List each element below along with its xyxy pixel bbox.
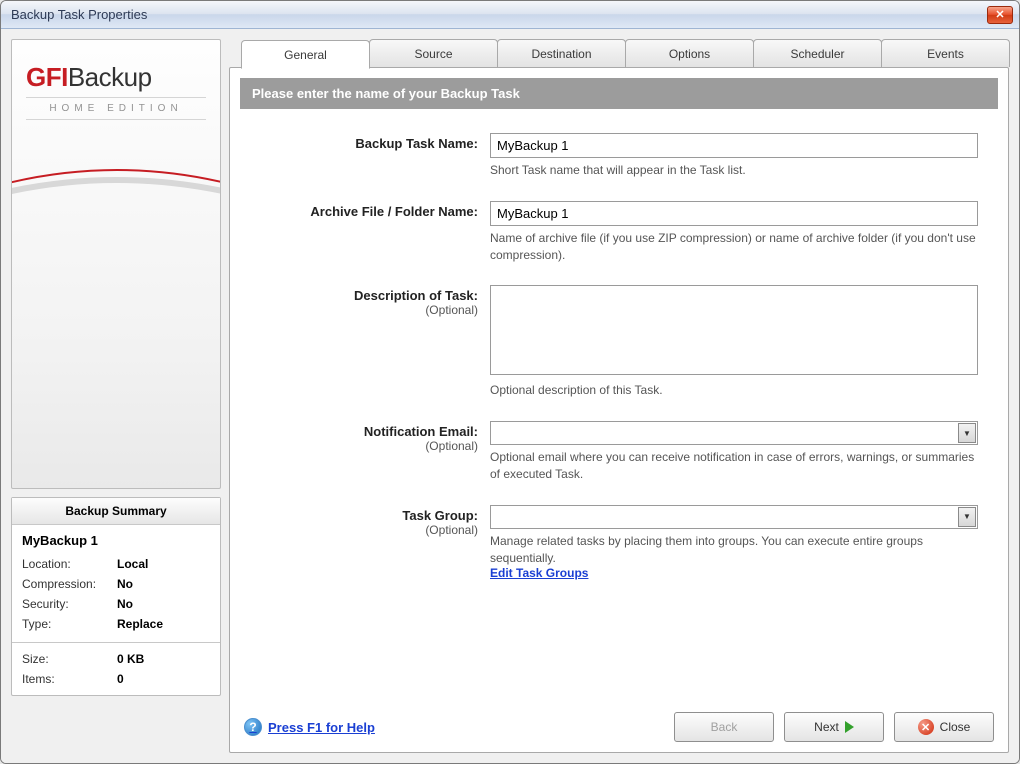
label-text: Task Group:	[402, 508, 478, 523]
row-email: Notification Email: (Optional) ▼ Optiona…	[260, 421, 978, 483]
logo: GFIBackup	[26, 62, 206, 93]
email-combo[interactable]	[490, 421, 978, 445]
label-optional: (Optional)	[260, 523, 478, 537]
logo-curve	[11, 150, 221, 230]
chevron-down-icon: ▼	[963, 429, 971, 438]
logo-brand-pre: GFI	[26, 62, 68, 92]
summary-value: No	[117, 577, 133, 591]
summary-row-size: Size: 0 KB	[22, 649, 210, 669]
summary-value: No	[117, 597, 133, 611]
summary-value: 0 KB	[117, 652, 144, 666]
hint-description: Optional description of this Task.	[490, 382, 978, 399]
help-link[interactable]: ? Press F1 for Help	[244, 718, 375, 736]
archive-name-input[interactable]	[490, 201, 978, 226]
summary-row-items: Items: 0	[22, 669, 210, 689]
summary-footer: Size: 0 KB Items: 0	[12, 642, 220, 695]
label-email: Notification Email: (Optional)	[260, 421, 490, 483]
tab-events[interactable]: Events	[881, 39, 1010, 67]
task-group-combo[interactable]	[490, 505, 978, 529]
label-task-group: Task Group: (Optional)	[260, 505, 490, 581]
tab-destination[interactable]: Destination	[497, 39, 626, 67]
row-task-group: Task Group: (Optional) ▼ Manage related …	[260, 505, 978, 581]
task-name-input[interactable]	[490, 133, 978, 158]
logo-edition: HOME EDITION	[26, 97, 206, 120]
task-group-combo-button[interactable]: ▼	[958, 507, 976, 527]
back-button[interactable]: Back	[674, 712, 774, 742]
bottom-bar: ? Press F1 for Help Back Next ✕ Close	[230, 702, 1008, 752]
window-close-button[interactable]: ✕	[987, 6, 1013, 24]
summary-row-security: Security: No	[22, 594, 210, 614]
help-icon: ?	[244, 718, 262, 736]
summary-value: Local	[117, 557, 148, 571]
summary-value: Replace	[117, 617, 163, 631]
next-label: Next	[814, 720, 839, 734]
summary-label: Items:	[22, 672, 117, 686]
form: Backup Task Name: Short Task name that w…	[230, 109, 1008, 702]
logo-panel: GFIBackup HOME EDITION	[11, 39, 221, 489]
tab-source[interactable]: Source	[369, 39, 498, 67]
window-title: Backup Task Properties	[11, 7, 987, 22]
summary-row-location: Location: Local	[22, 554, 210, 574]
label-optional: (Optional)	[260, 303, 478, 317]
x-icon: ✕	[918, 719, 934, 735]
close-label: Close	[940, 720, 971, 734]
tab-scheduler[interactable]: Scheduler	[753, 39, 882, 67]
summary-label: Compression:	[22, 577, 117, 591]
email-combo-button[interactable]: ▼	[958, 423, 976, 443]
window: Backup Task Properties ✕ GFIBackup HOME …	[0, 0, 1020, 764]
summary-value: 0	[117, 672, 124, 686]
titlebar: Backup Task Properties ✕	[1, 1, 1019, 29]
main: General Source Destination Options Sched…	[229, 39, 1009, 753]
label-text: Notification Email:	[364, 424, 478, 439]
summary-label: Location:	[22, 557, 117, 571]
chevron-down-icon: ▼	[963, 512, 971, 521]
summary-body: MyBackup 1 Location: Local Compression: …	[12, 525, 220, 642]
hint-archive-name: Name of archive file (if you use ZIP com…	[490, 230, 978, 264]
banner: Please enter the name of your Backup Tas…	[240, 78, 998, 109]
edit-task-groups-link[interactable]: Edit Task Groups	[490, 566, 588, 580]
hint-task-name: Short Task name that will appear in the …	[490, 162, 978, 179]
label-text: Description of Task:	[354, 288, 478, 303]
summary-row-compression: Compression: No	[22, 574, 210, 594]
row-description: Description of Task: (Optional) Optional…	[260, 285, 978, 399]
label-optional: (Optional)	[260, 439, 478, 453]
summary-label: Security:	[22, 597, 117, 611]
summary-label: Type:	[22, 617, 117, 631]
summary-label: Size:	[22, 652, 117, 666]
label-description: Description of Task: (Optional)	[260, 285, 490, 399]
arrow-right-icon	[845, 721, 854, 733]
logo-brand-post: Backup	[68, 62, 152, 92]
close-button[interactable]: ✕ Close	[894, 712, 994, 742]
hint-task-group: Manage related tasks by placing them int…	[490, 533, 978, 567]
close-icon: ✕	[995, 8, 1004, 21]
summary-task-name: MyBackup 1	[22, 533, 210, 548]
tab-general[interactable]: General	[241, 40, 370, 69]
label-archive-name: Archive File / Folder Name:	[260, 201, 490, 264]
backup-summary: Backup Summary MyBackup 1 Location: Loca…	[11, 497, 221, 696]
row-archive-name: Archive File / Folder Name: Name of arch…	[260, 201, 978, 264]
tab-options[interactable]: Options	[625, 39, 754, 67]
label-task-name: Backup Task Name:	[260, 133, 490, 179]
hint-email: Optional email where you can receive not…	[490, 449, 978, 483]
tabs: General Source Destination Options Sched…	[229, 39, 1009, 68]
row-task-name: Backup Task Name: Short Task name that w…	[260, 133, 978, 179]
description-textarea[interactable]	[490, 285, 978, 375]
panel: Please enter the name of your Backup Tas…	[229, 67, 1009, 753]
body: GFIBackup HOME EDITION Backup Summary My…	[1, 29, 1019, 763]
sidebar: GFIBackup HOME EDITION Backup Summary My…	[11, 39, 221, 753]
summary-header: Backup Summary	[12, 498, 220, 525]
next-button[interactable]: Next	[784, 712, 884, 742]
help-text: Press F1 for Help	[268, 720, 375, 735]
summary-row-type: Type: Replace	[22, 614, 210, 634]
